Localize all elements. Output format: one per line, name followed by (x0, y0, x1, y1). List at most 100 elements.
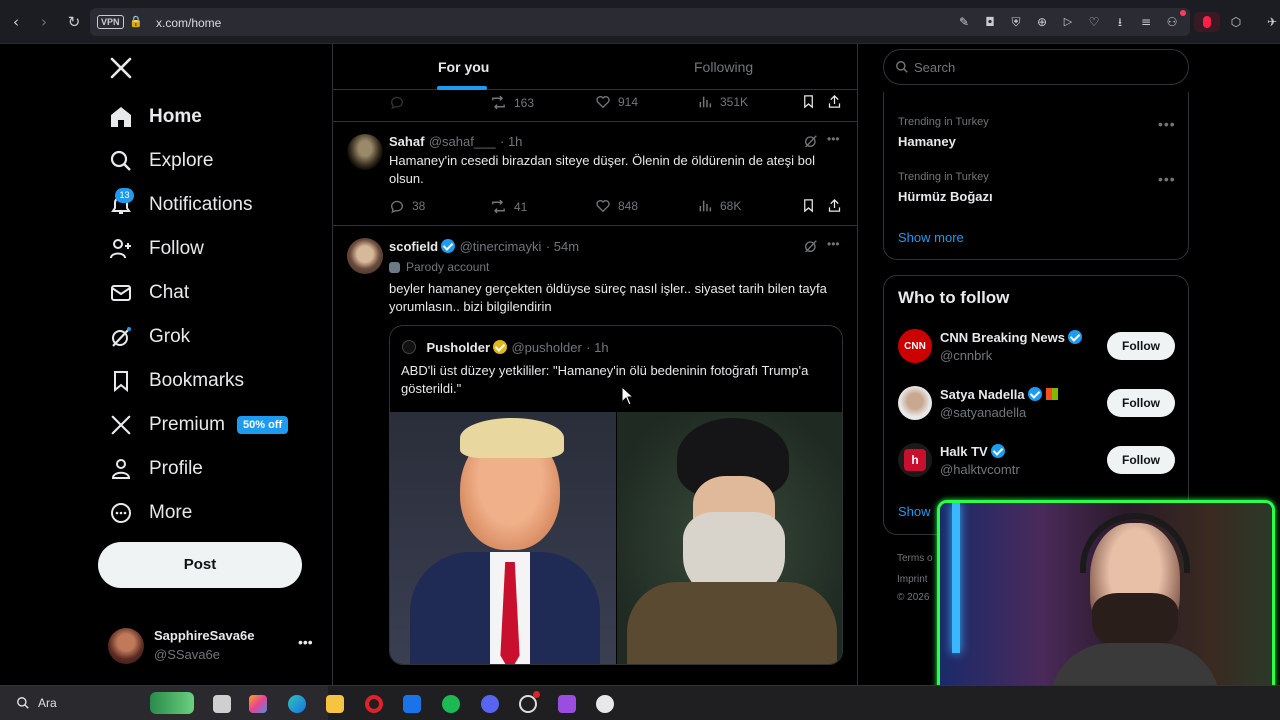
camera-icon[interactable]: ◘ (980, 12, 1000, 32)
avatar[interactable]: CNN (898, 329, 932, 363)
account-name[interactable]: Satya Nadella (940, 387, 1025, 402)
grok-icon (108, 324, 134, 350)
more-dots-icon[interactable]: ••• (1158, 116, 1176, 132)
tweet[interactable]: scofield @tinercimayki · 54m ••• Parody … (333, 226, 857, 685)
reply-button[interactable] (389, 94, 412, 110)
account-handle[interactable]: @satyanadella (940, 405, 1026, 420)
spotify-icon[interactable] (442, 695, 460, 713)
footer-link-imprint[interactable]: Imprint (897, 574, 928, 585)
back-icon[interactable]: ‹ (6, 12, 26, 32)
avatar[interactable]: h (898, 443, 932, 477)
bookmark-button[interactable] (801, 94, 823, 109)
discord-icon[interactable] (481, 695, 499, 713)
tab-for-you[interactable]: For you (438, 59, 489, 75)
sidebar-item-premium[interactable]: Premium 50% off (108, 405, 289, 445)
account-name[interactable]: CNN Breaking News (940, 330, 1065, 345)
tweet-author-handle[interactable]: @tinercimayki (460, 239, 542, 254)
tweet-author-handle[interactable]: @sahaf___ (429, 134, 496, 149)
show-more-link[interactable]: Show more (898, 230, 964, 245)
trend-name: Hamaney (898, 134, 956, 149)
follow-button[interactable]: Follow (1107, 389, 1175, 417)
sidebar-item-follow[interactable]: Follow (108, 229, 204, 269)
sidebar-item-profile[interactable]: Profile (108, 449, 203, 489)
follow-button[interactable]: Follow (1107, 446, 1175, 474)
like-button[interactable]: 848 (595, 198, 638, 214)
tweet[interactable]: Sahaf @sahaf___ · 1h ••• Hamaney'in cese… (333, 122, 857, 224)
share-button[interactable] (827, 94, 849, 109)
footer-link-terms[interactable]: Terms o (897, 553, 933, 564)
reply-icon (391, 200, 403, 214)
edit-icon[interactable]: ✎ (954, 12, 974, 32)
opera-icon[interactable] (365, 695, 383, 713)
tweet-author-name[interactable]: scofield (389, 239, 438, 254)
share-button[interactable] (827, 198, 849, 213)
search-input[interactable]: Search (883, 49, 1189, 85)
forward-icon[interactable]: › (34, 12, 54, 32)
url-text[interactable]: x.com/home (156, 16, 221, 30)
retweet-button[interactable]: 41 (490, 198, 527, 215)
outlook-icon[interactable] (403, 695, 421, 713)
vpn-badge[interactable]: VPN (97, 15, 124, 29)
sidebar-item-explore[interactable]: Explore (108, 141, 213, 181)
sidebar-item-chat[interactable]: Chat (108, 273, 189, 313)
trend-item[interactable]: Trending in Turkey Hamaney ••• (884, 114, 1190, 164)
quote-image-right[interactable] (617, 412, 842, 664)
follow-button[interactable]: Follow (1107, 332, 1175, 360)
retweet-button[interactable]: 163 (490, 94, 534, 111)
like-count: 848 (618, 199, 639, 213)
extension-red-icon[interactable] (1194, 12, 1220, 32)
taskbar-search[interactable]: Ara (0, 686, 328, 720)
streaming-icon[interactable] (558, 695, 576, 713)
play-icon[interactable]: ▷ (1058, 12, 1078, 32)
sidebar-toggle-icon[interactable]: ✈ (1262, 12, 1280, 32)
follow-icon (108, 236, 134, 262)
more-dots-icon[interactable]: ••• (1158, 171, 1176, 187)
account-handle[interactable]: @cnnbrk (940, 348, 992, 363)
reload-icon[interactable]: ↻ (64, 12, 84, 32)
heart-icon (596, 96, 610, 109)
copilot-icon[interactable] (249, 695, 267, 713)
translate-icon[interactable]: ⊕ (1032, 12, 1052, 32)
bookmark-button[interactable] (801, 198, 823, 213)
sidebar-item-grok[interactable]: Grok (108, 317, 190, 357)
views-button[interactable]: 68K (697, 198, 741, 214)
folder-icon[interactable] (326, 695, 344, 713)
account-handle[interactable]: @halktvcomtr (940, 462, 1020, 477)
lock-icon[interactable]: 🔒 (126, 12, 146, 32)
account-name[interactable]: Halk TV (940, 444, 988, 459)
tweet-author-name[interactable]: Sahaf (389, 134, 424, 149)
edge-icon[interactable] (288, 695, 306, 713)
sidebar-item-home[interactable]: Home (108, 97, 202, 137)
tweet-time[interactable]: · 54m (546, 239, 579, 254)
tab-following[interactable]: Following (694, 59, 753, 75)
quoted-tweet[interactable]: Pusholder @pusholder · 1h ABD'li üst düz… (389, 325, 843, 665)
quote-image-left[interactable] (390, 412, 616, 664)
task-view-icon[interactable] (213, 695, 231, 713)
profile-icon[interactable]: ⚇ (1162, 12, 1182, 32)
grok-icon[interactable] (803, 238, 819, 259)
share-icon (828, 94, 841, 108)
heart-icon[interactable]: ♡ (1084, 12, 1104, 32)
show-more-link[interactable]: Show (898, 504, 931, 519)
cube-icon[interactable]: ⬡ (1226, 12, 1246, 32)
more-dots-icon[interactable]: ••• (827, 132, 840, 146)
views-button[interactable]: 351K (697, 94, 748, 110)
footer-copyright: © 2026 (897, 592, 930, 603)
sidebar-item-more[interactable]: More (108, 493, 192, 533)
avatar[interactable] (898, 386, 932, 420)
download-icon[interactable]: ⭳ (1110, 12, 1130, 32)
sidebar-item-bookmarks[interactable]: Bookmarks (108, 361, 244, 401)
tweet-text: Hamaney'in cesedi birazdan siteye düşer.… (389, 153, 815, 186)
account-switcher[interactable]: SapphireSava6e @SSava6e ••• (108, 626, 318, 666)
more-dots-icon[interactable]: ••• (827, 237, 840, 251)
tweet-time[interactable]: · 1h (500, 134, 522, 149)
reply-button[interactable]: 38 (389, 198, 425, 214)
x-logo-icon[interactable] (109, 56, 133, 80)
menu-icon[interactable]: ≡ (1136, 12, 1156, 32)
grok-icon[interactable] (803, 133, 819, 154)
post-button[interactable]: Post (98, 542, 302, 588)
media-player-icon[interactable] (596, 695, 614, 713)
like-button[interactable]: 914 (595, 94, 638, 110)
shield-icon[interactable]: ⛨ (1006, 12, 1026, 32)
trend-item[interactable]: Trending in Turkey Hürmüz Boğazı ••• (884, 169, 1190, 219)
